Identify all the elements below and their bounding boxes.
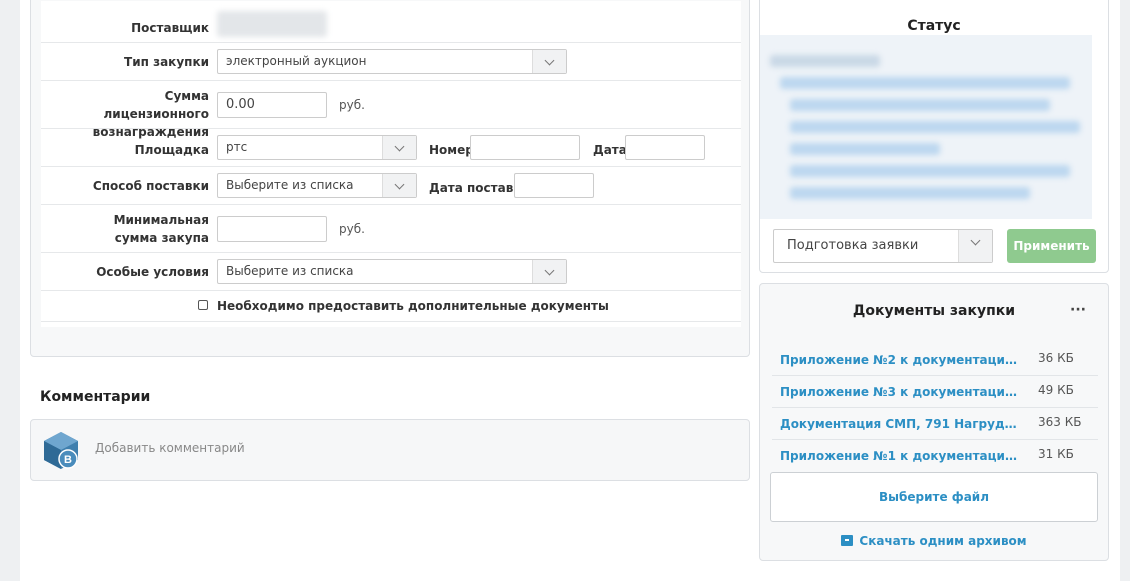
download-archive-link[interactable]: Скачать одним архивом: [760, 534, 1108, 548]
delivery-method-row: Способ поставки Выберите из списка Дата …: [41, 167, 741, 205]
platform-row: Площадка ртс Номер Дата: [41, 129, 741, 167]
document-row: Приложение №1 к документации Спецификаци…: [772, 440, 1098, 472]
status-select-value: Подготовка заявки: [787, 238, 919, 253]
platform-label: Площадка: [134, 143, 209, 157]
page: Поставщик Тип закупки электронный аукцио…: [20, 0, 1120, 581]
purchase-form: Поставщик Тип закупки электронный аукцио…: [41, 1, 741, 327]
number-input[interactable]: [470, 135, 580, 160]
extra-docs-row: Необходимо предоставить дополнительные д…: [41, 291, 741, 322]
special-conditions-row: Особые условия Выберите из списка: [41, 253, 741, 291]
platform-select[interactable]: ртс: [217, 135, 417, 160]
archive-icon: [841, 535, 854, 546]
document-size: 363 КБ: [1038, 415, 1082, 429]
status-title: Статус: [907, 18, 961, 34]
chevron-down-icon: [382, 136, 416, 159]
apply-button[interactable]: Применить: [1007, 229, 1096, 263]
document-row: Приложение №2 к документации Обоснование…: [772, 344, 1098, 376]
min-sum-label: Минимальная сумма закупа: [113, 213, 209, 245]
choose-file-button[interactable]: Выберите файл: [770, 472, 1098, 522]
chevron-down-icon: [532, 260, 566, 283]
document-link[interactable]: Документация СМП, 791 Нагрудники-салфетк…: [780, 417, 1024, 431]
chevron-down-icon: [382, 174, 416, 197]
comments-title: Комментарии: [40, 389, 151, 405]
delivery-method-label: Способ поставки: [92, 179, 209, 193]
extra-docs-label: Необходимо предоставить дополнительные д…: [217, 299, 609, 313]
special-conditions-value: Выберите из списка: [226, 264, 354, 278]
document-row: Приложение №3 к документации Проект 49 К…: [772, 376, 1098, 408]
documents-panel: Документы закупки ··· Приложение №2 к до…: [759, 283, 1109, 561]
document-link[interactable]: Приложение №3 к документации Проект: [780, 385, 1024, 399]
min-sum-currency: руб.: [339, 222, 365, 236]
documents-title: Документы закупки: [852, 303, 1016, 319]
platform-value: ртс: [226, 140, 248, 154]
document-size: 31 КБ: [1038, 447, 1074, 461]
supplier-value-redacted: [217, 11, 327, 37]
special-conditions-label: Особые условия: [96, 265, 209, 279]
comment-box[interactable]: B Добавить комментарий: [30, 419, 750, 481]
purchase-type-row: Тип закупки электронный аукцион: [41, 43, 741, 81]
supplier-label: Поставщик: [131, 21, 209, 35]
status-select[interactable]: Подготовка заявки: [773, 229, 993, 263]
date-input[interactable]: [625, 135, 705, 160]
comment-placeholder: Добавить комментарий: [95, 441, 245, 455]
extra-docs-checkbox[interactable]: [198, 300, 208, 310]
status-panel: Статус Подготовка заявки Применить: [759, 0, 1109, 273]
delivery-date-input[interactable]: [514, 173, 594, 198]
license-fee-currency: руб.: [339, 98, 365, 112]
supplier-row: Поставщик: [41, 1, 741, 43]
more-options-icon[interactable]: ···: [1070, 302, 1086, 318]
download-archive-label: Скачать одним архивом: [859, 534, 1027, 548]
purchase-type-value: электронный аукцион: [226, 54, 367, 68]
document-link[interactable]: Приложение №2 к документации Обоснование: [780, 353, 1024, 367]
min-sum-input[interactable]: [217, 216, 327, 242]
purchase-type-label: Тип закупки: [124, 55, 209, 69]
status-history-redacted: [760, 35, 1092, 219]
purchase-type-select[interactable]: электронный аукцион: [217, 49, 567, 74]
number-label: Номер: [429, 143, 474, 157]
delivery-method-value: Выберите из списка: [226, 178, 354, 192]
license-fee-row: Сумма лицензионного вознаграждения 0.00 …: [41, 81, 741, 139]
svg-text:B: B: [64, 454, 72, 466]
special-conditions-select[interactable]: Выберите из списка: [217, 259, 567, 284]
document-size: 36 КБ: [1038, 351, 1074, 365]
chevron-down-icon: [958, 230, 992, 262]
chevron-down-icon: [532, 50, 566, 73]
document-link[interactable]: Приложение №1 к документации Спецификаци…: [780, 449, 1024, 463]
bitrix-cube-icon: B: [44, 432, 78, 469]
license-fee-input[interactable]: 0.00: [217, 92, 327, 118]
delivery-method-select[interactable]: Выберите из списка: [217, 173, 417, 198]
document-row: Документация СМП, 791 Нагрудники-салфетк…: [772, 408, 1098, 440]
min-sum-row: Минимальная сумма закупа руб.: [41, 205, 741, 253]
document-size: 49 КБ: [1038, 383, 1074, 397]
purchase-form-panel: Поставщик Тип закупки электронный аукцио…: [30, 0, 750, 357]
date-label: Дата: [593, 143, 627, 157]
